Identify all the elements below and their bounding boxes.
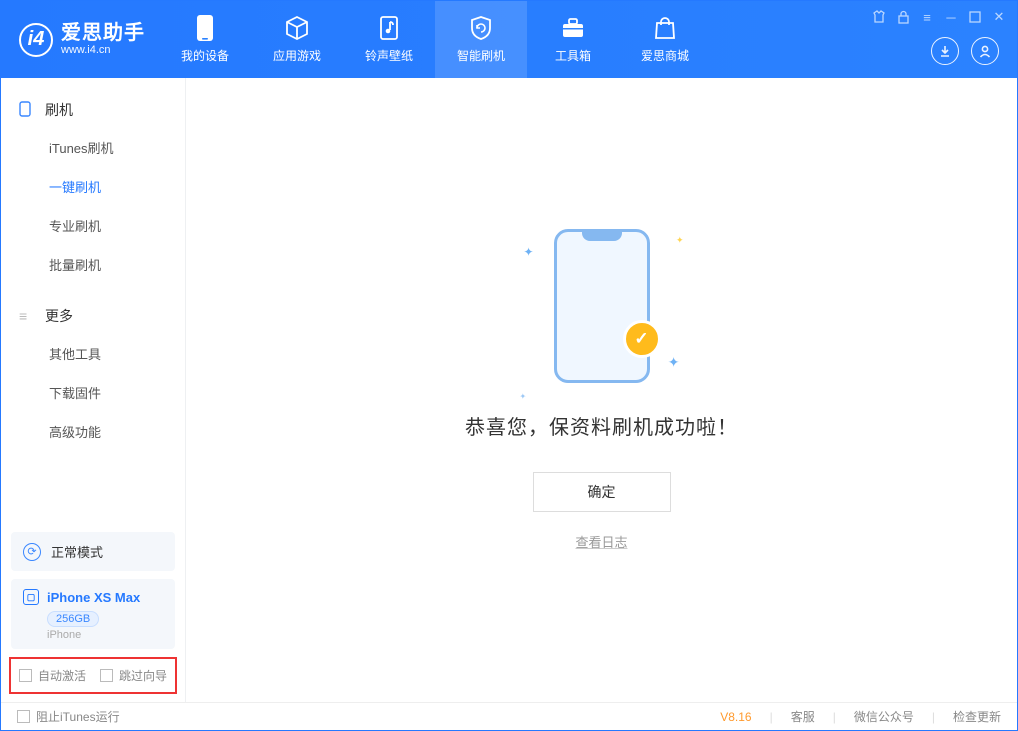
tab-my-device[interactable]: 我的设备: [159, 1, 251, 78]
cube-icon: [284, 15, 310, 41]
tab-ringtones[interactable]: 铃声壁纸: [343, 1, 435, 78]
checkbox-block-itunes[interactable]: 阻止iTunes运行: [17, 708, 120, 725]
device-capacity-badge: 256GB: [47, 611, 99, 627]
status-bar: 阻止iTunes运行 V8.16 | 客服 | 微信公众号 | 检查更新: [1, 702, 1017, 730]
app-header: i4 爱思助手 www.i4.cn 我的设备 应用游戏 铃声壁纸 智能刷机 工具…: [1, 1, 1017, 78]
sidebar-item-advanced[interactable]: 高级功能: [1, 412, 185, 451]
window-controls: ≡ ─ ✕: [871, 9, 1007, 25]
sidebar-item-download-firmware[interactable]: 下载固件: [1, 373, 185, 412]
ok-button[interactable]: 确定: [533, 472, 671, 512]
logo: i4 爱思助手 www.i4.cn: [1, 1, 159, 78]
toolbox-icon: [560, 15, 586, 41]
bag-icon: [652, 15, 678, 41]
link-wechat[interactable]: 微信公众号: [854, 708, 914, 725]
main-area: 刷机 iTunes刷机 一键刷机 专业刷机 批量刷机 ≡ 更多 其他工具 下载固…: [1, 78, 1017, 702]
device-card[interactable]: ▢ iPhone XS Max 256GB iPhone: [11, 579, 175, 649]
mode-icon: ⟳: [23, 543, 41, 561]
sidebar: 刷机 iTunes刷机 一键刷机 专业刷机 批量刷机 ≡ 更多 其他工具 下载固…: [1, 78, 186, 702]
sidebar-head-more: ≡ 更多: [1, 298, 185, 334]
header-action-buttons: [931, 37, 999, 65]
sidebar-item-pro-flash[interactable]: 专业刷机: [1, 206, 185, 245]
download-button[interactable]: [931, 37, 959, 65]
shirt-icon[interactable]: [871, 9, 887, 25]
app-title: 爱思助手: [61, 22, 145, 44]
sidebar-item-batch-flash[interactable]: 批量刷机: [1, 245, 185, 284]
check-icon: ✓: [623, 320, 661, 358]
version-label: V8.16: [720, 710, 751, 724]
refresh-shield-icon: [468, 15, 494, 41]
link-support[interactable]: 客服: [791, 708, 815, 725]
phone-icon: [19, 101, 35, 120]
app-subtitle: www.i4.cn: [61, 44, 145, 56]
device-small-icon: ▢: [23, 589, 39, 605]
checkbox-auto-activate[interactable]: 自动激活: [19, 667, 86, 684]
user-button[interactable]: [971, 37, 999, 65]
minimize-icon[interactable]: ─: [943, 9, 959, 25]
tab-toolbox[interactable]: 工具箱: [527, 1, 619, 78]
maximize-icon[interactable]: [967, 9, 983, 25]
list-icon: ≡: [19, 308, 35, 324]
sidebar-item-other-tools[interactable]: 其他工具: [1, 334, 185, 373]
highlighted-options: 自动激活 跳过向导: [9, 657, 177, 694]
device-type-label: iPhone: [47, 629, 163, 641]
tab-store[interactable]: 爱思商城: [619, 1, 711, 78]
main-tabs: 我的设备 应用游戏 铃声壁纸 智能刷机 工具箱 爱思商城: [159, 1, 711, 78]
tab-flash[interactable]: 智能刷机: [435, 1, 527, 78]
device-name-label: iPhone XS Max: [47, 590, 140, 605]
checkbox-skip-guide[interactable]: 跳过向导: [100, 667, 167, 684]
sidebar-head-flash: 刷机: [1, 92, 185, 128]
content-area: ✓ ✦✦✦✦ 恭喜您，保资料刷机成功啦！ 确定 查看日志: [186, 78, 1017, 702]
tab-apps[interactable]: 应用游戏: [251, 1, 343, 78]
close-icon[interactable]: ✕: [991, 9, 1007, 25]
device-icon: [192, 15, 218, 41]
lock-icon[interactable]: [895, 9, 911, 25]
music-icon: [376, 15, 402, 41]
view-log-link[interactable]: 查看日志: [575, 532, 627, 551]
success-illustration: ✓: [554, 229, 650, 383]
result-title: 恭喜您，保资料刷机成功啦！: [465, 411, 738, 440]
sidebar-item-oneclick-flash[interactable]: 一键刷机: [1, 167, 185, 206]
link-check-update[interactable]: 检查更新: [953, 708, 1001, 725]
mode-indicator[interactable]: ⟳ 正常模式: [11, 532, 175, 571]
logo-icon: i4: [19, 23, 53, 57]
menu-icon[interactable]: ≡: [919, 9, 935, 25]
sidebar-item-itunes-flash[interactable]: iTunes刷机: [1, 128, 185, 167]
